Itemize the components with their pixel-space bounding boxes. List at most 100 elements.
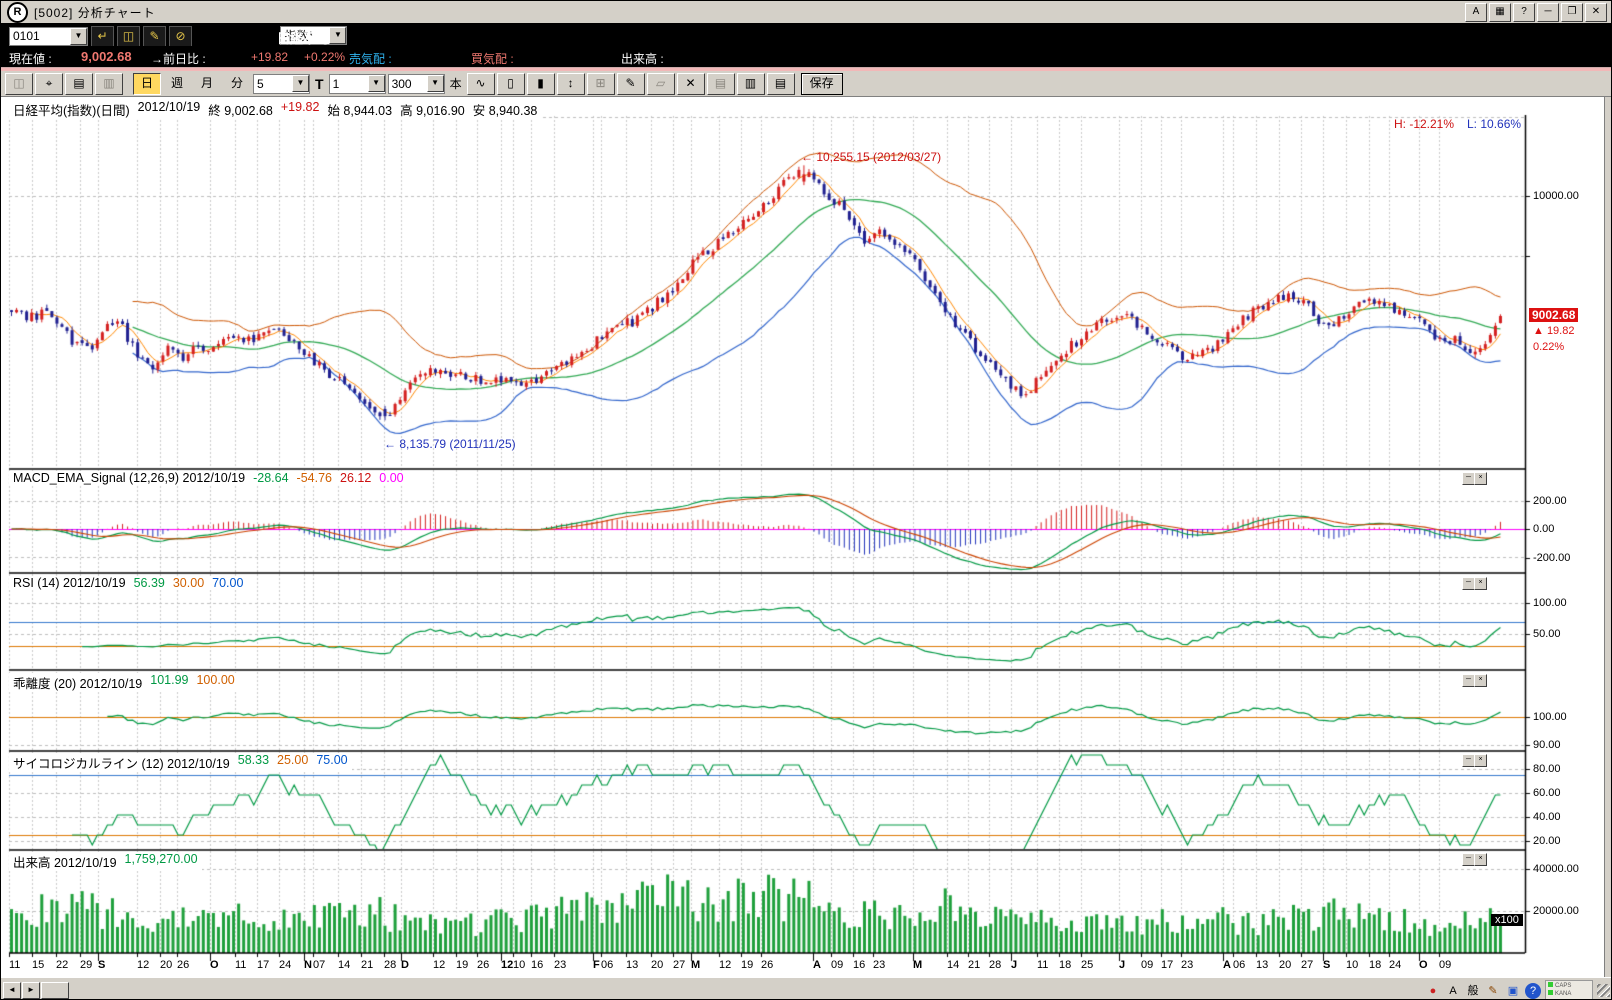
help-button[interactable]: ? [1513, 3, 1535, 22]
panel-header-volume: 出来高 2012/10/191,759,270.00 [9, 852, 202, 871]
kana-led-icon [1548, 990, 1553, 995]
header-segment: +19.82 [281, 100, 320, 119]
header-segment: 58.33 [238, 753, 269, 772]
period-button-日[interactable]: 日 [133, 73, 161, 95]
x-axis-label: 23 [1181, 959, 1193, 971]
category-dropdown-arrow-icon[interactable]: ▼ [329, 27, 346, 44]
ime-status-icon[interactable]: ● [1425, 983, 1441, 999]
minute-dropdown-value: 5 [257, 77, 264, 91]
panel-kairi-close-button[interactable]: × [1474, 674, 1487, 687]
x-axis-label: 20 [651, 959, 663, 971]
y-axis-label: 60.00 [1533, 787, 1561, 799]
x-axis-label: 15 [32, 959, 44, 971]
symbol-dropdown-arrow-icon[interactable]: ▼ [70, 28, 87, 45]
x-axis-label: 17 [257, 959, 269, 971]
minute-dropdown[interactable]: 5▼ [253, 74, 310, 94]
enter-icon[interactable]: ↵ [91, 26, 114, 47]
period-button-週[interactable]: 週 [163, 73, 191, 95]
bar-count-dropdown[interactable]: 300▼ [388, 74, 445, 94]
panel-volume-close-button[interactable]: × [1474, 853, 1487, 866]
high-pct-label: H: -12.21% [1394, 117, 1454, 131]
tick-dropdown[interactable]: 1▼ [329, 74, 386, 94]
minute-dropdown-arrow-icon[interactable]: ▼ [292, 75, 309, 92]
x-axis-label: 14 [947, 959, 959, 971]
x-axis-month-label: F [593, 959, 600, 971]
header-segment: -28.64 [253, 471, 288, 485]
ime-pen-icon[interactable]: ✎ [1485, 983, 1501, 999]
y-axis-label: 80.00 [1533, 763, 1561, 775]
x-axis-month-label: M [913, 959, 922, 971]
pencil-icon[interactable]: ✎ [617, 73, 645, 95]
panel-macd-close-button[interactable]: × [1474, 472, 1487, 485]
scrollbar-thumb[interactable] [41, 982, 69, 999]
page-paste-icon[interactable]: ▤ [767, 73, 795, 95]
scroll-right-button[interactable]: ► [22, 982, 40, 999]
low-annotation: ← 8,135.79 (2011/11/25) [384, 437, 516, 451]
x-axis-label: 09 [831, 959, 843, 971]
header-segment: 25.00 [277, 753, 308, 772]
line-chart-icon[interactable]: ∿ [467, 73, 495, 95]
tick-dropdown-arrow-icon[interactable]: ▼ [368, 75, 385, 92]
volume-label: 出来高 : [621, 50, 664, 67]
ime-mode-kanji-icon[interactable]: 般 [1465, 983, 1481, 999]
panel-psych-close-button[interactable]: × [1474, 754, 1487, 767]
ime-mode-a-icon[interactable]: A [1445, 983, 1461, 999]
y-axis-label: 20.00 [1533, 835, 1561, 847]
x-axis-month-label: S [1323, 959, 1330, 971]
x-axis-label: 27 [673, 959, 685, 971]
x-axis-label: 10 [1346, 959, 1358, 971]
x-axis-label: 18 [1369, 959, 1381, 971]
delete-icon[interactable]: ✕ [677, 73, 705, 95]
symbol-code-input[interactable]: 0101 ▼ [9, 27, 88, 46]
symbol-bar: 0101 ▼ ↵◫✎⊘ 指数* ▼ 日経平均 [1, 23, 1611, 46]
header-segment: サイコロジカルライン (12) 2012/10/19 [13, 753, 230, 772]
page-back-icon[interactable]: ▤ [65, 73, 93, 95]
layout-dropdown-icon[interactable]: ▤ [707, 73, 735, 95]
price-label: 現在値 : [9, 50, 52, 67]
close-button[interactable]: ✕ [1585, 3, 1607, 22]
header-segment: 0.00 [379, 471, 403, 485]
x-axis-label: 26 [177, 959, 189, 971]
period-button-分[interactable]: 分 [223, 73, 251, 95]
price-chart-canvas[interactable] [1, 97, 1612, 977]
maximize-button[interactable]: ❐ [1561, 3, 1583, 22]
period-button-月[interactable]: 月 [193, 73, 221, 95]
ime-help-icon[interactable]: ? [1525, 983, 1541, 999]
resize-grip[interactable] [1597, 984, 1610, 997]
volume-chart-icon[interactable]: ▮ [527, 73, 555, 95]
system-tray: ●A般✎▣?CAPSKANA [1425, 980, 1593, 1000]
x-axis-month-label: A [813, 959, 821, 971]
page-forward-icon[interactable]: ▥ [95, 73, 123, 95]
grid-icon[interactable]: ⊞ [587, 73, 615, 95]
header-segment: 1,759,270.00 [125, 852, 198, 871]
kana-label: KANA [1555, 991, 1571, 997]
panel-rsi-close-button[interactable]: × [1474, 577, 1487, 590]
sort-arrows-icon[interactable]: ↕ [557, 73, 585, 95]
zoom-icon[interactable]: ⌖ [35, 73, 63, 95]
pen-off-icon[interactable]: ⊘ [169, 26, 192, 47]
scroll-left-button[interactable]: ◄ [3, 982, 21, 999]
change-pct: +0.22% [304, 50, 345, 64]
x-axis-label: 16 [531, 959, 543, 971]
eraser-icon[interactable]: ▱ [647, 73, 675, 95]
panel-header-kairi: 乖離度 (20) 2012/10/19101.99100.00 [9, 673, 239, 692]
header-segment: 日経平均(指数)(日間) [13, 100, 130, 119]
ime-pad-icon[interactable]: ▣ [1505, 983, 1521, 999]
save-button[interactable]: 保存 [801, 73, 843, 95]
x-axis-label: 27 [1301, 959, 1313, 971]
header-segment: 2012/10/19 [138, 100, 201, 119]
page-copy-icon[interactable]: ▥ [737, 73, 765, 95]
binoculars-icon[interactable]: ◫ [5, 73, 33, 95]
bar-count-dropdown-arrow-icon[interactable]: ▼ [427, 75, 444, 92]
window-style-button[interactable]: ▦ [1489, 3, 1511, 22]
binoculars-icon[interactable]: ◫ [117, 26, 140, 47]
edit-icon[interactable]: ✎ [143, 26, 166, 47]
header-segment: MACD_EMA_Signal (12,26,9) 2012/10/19 [13, 471, 245, 485]
candlestick-chart-icon[interactable]: ▯ [497, 73, 525, 95]
font-size-button[interactable]: A [1465, 3, 1487, 22]
x-axis-label: 23 [554, 959, 566, 971]
minimize-button[interactable]: ─ [1537, 3, 1559, 22]
volume-unit-badge: x100 [1491, 914, 1523, 926]
y-axis-label: 20000.00 [1533, 905, 1579, 917]
header-segment: 70.00 [212, 576, 243, 590]
